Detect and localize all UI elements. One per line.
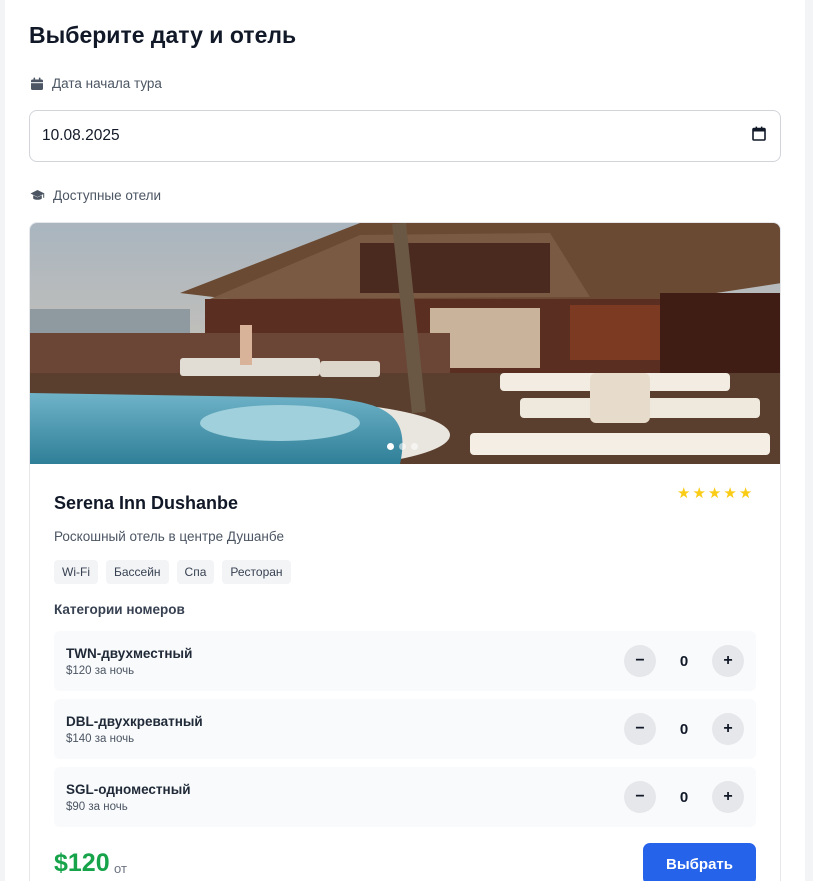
room-row: TWN-двухместный $120 за ночь − 0 + <box>54 631 756 691</box>
date-label-row: Дата начала тура <box>30 76 162 91</box>
hotel-card: Serena Inn Dushanbe ★ ★ ★ ★ ★ Роскошный … <box>29 222 781 881</box>
star-icon: ★ <box>738 485 753 502</box>
star-icon: ★ <box>723 485 737 502</box>
room-name: DBL-двухкреватный <box>66 714 203 729</box>
page-title: Выберите дату и отель <box>29 22 297 48</box>
hotels-label: Доступные отели <box>53 188 162 203</box>
star-icon: ★ <box>692 485 706 502</box>
increment-button[interactable]: + <box>712 713 744 745</box>
decrement-button[interactable]: − <box>624 781 656 813</box>
hotels-label-row: Доступные отели <box>30 188 161 203</box>
increment-button[interactable]: + <box>712 781 744 813</box>
room-quantity: 0 <box>679 788 689 806</box>
room-categories-heading: Категории номеров <box>54 602 185 617</box>
date-label: Дата начала тура <box>52 76 162 91</box>
gallery-dot[interactable] <box>411 443 418 450</box>
hotel-photo[interactable] <box>30 223 781 464</box>
amenity-tag: Ресторан <box>222 560 291 584</box>
star-rating: ★ ★ ★ ★ ★ <box>677 486 752 502</box>
amenity-tag: Спа <box>176 560 215 584</box>
tour-start-date-input[interactable]: 10.08.2025 <box>29 110 781 162</box>
room-price: $90 за ночь <box>66 801 128 813</box>
room-row: SGL-одноместный $90 за ночь − 0 + <box>54 767 756 827</box>
quantity-stepper: − 0 + <box>624 781 744 813</box>
price-suffix: от <box>114 861 127 876</box>
amenity-tag: Бассейн <box>105 560 169 584</box>
gallery-dot[interactable] <box>399 443 406 450</box>
gallery-dots <box>387 443 418 450</box>
calendar-icon <box>30 77 44 91</box>
select-hotel-button[interactable]: Выбрать <box>643 843 756 881</box>
hotel-description: Роскошный отель в центре Душанбе <box>54 529 284 544</box>
hotel-selection-panel: Выберите дату и отель Дата начала тура 1… <box>5 0 805 881</box>
quantity-stepper: − 0 + <box>624 713 744 745</box>
star-icon: ★ <box>677 485 691 502</box>
room-row: DBL-двухкреватный $140 за ночь − 0 + <box>54 699 756 759</box>
gallery-dot[interactable] <box>387 443 394 450</box>
room-name: SGL-одноместный <box>66 782 191 797</box>
decrement-button[interactable]: − <box>624 645 656 677</box>
amenity-tags: Wi-Fi Бассейн Спа Ресторан <box>54 560 291 584</box>
graduation-cap-icon <box>30 189 45 202</box>
room-price: $120 за ночь <box>66 665 135 677</box>
star-icon: ★ <box>707 485 722 502</box>
increment-button[interactable]: + <box>712 645 744 677</box>
room-name: TWN-двухместный <box>66 646 193 661</box>
date-value[interactable]: 10.08.2025 <box>42 127 120 145</box>
room-price: $140 за ночь <box>66 733 135 745</box>
hotel-price: $120 <box>54 849 110 877</box>
decrement-button[interactable]: − <box>624 713 656 745</box>
hotel-name: Serena Inn Dushanbe <box>54 493 239 513</box>
calendar-picker-icon[interactable] <box>752 126 766 146</box>
quantity-stepper: − 0 + <box>624 645 744 677</box>
amenity-tag: Wi-Fi <box>54 560 98 584</box>
room-quantity: 0 <box>679 720 689 738</box>
room-quantity: 0 <box>679 652 689 670</box>
